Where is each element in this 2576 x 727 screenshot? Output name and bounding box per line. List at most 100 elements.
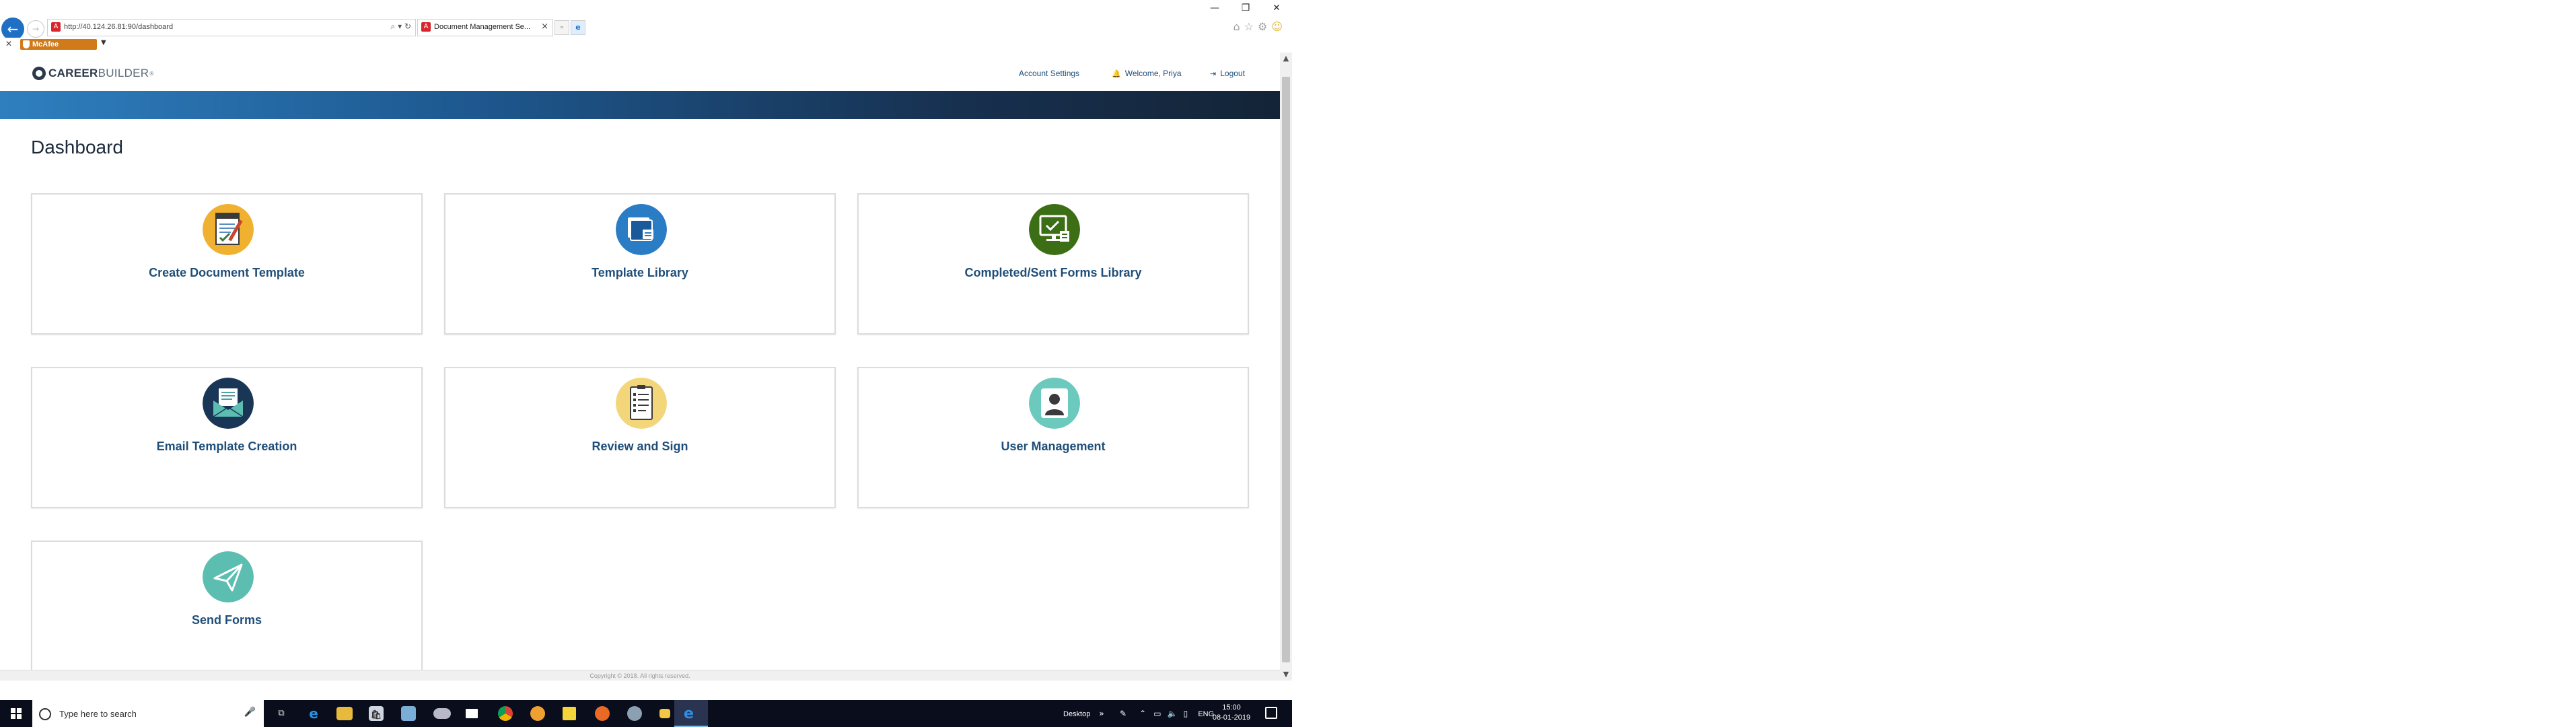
bell-icon: 🔔 <box>1112 69 1121 78</box>
card-label: Completed/Sent Forms Library <box>964 266 1142 279</box>
card-user-management[interactable]: User Management <box>857 367 1249 508</box>
tray-expand-icon[interactable]: ⌃ <box>1139 709 1146 718</box>
page-scrollbar[interactable]: ▲ ▼ <box>1280 53 1292 681</box>
mcafee-shield-icon <box>23 40 30 48</box>
windows-logo-icon <box>11 708 22 719</box>
back-button[interactable]: ← <box>1 18 24 40</box>
new-tab-button[interactable]: ▫ <box>554 20 569 35</box>
toolbar-expand-icon[interactable]: » <box>1099 709 1104 718</box>
desktop-toolbar[interactable]: Desktop » <box>1063 700 1104 727</box>
volume-icon[interactable]: 🔈 <box>1168 709 1178 718</box>
card-send-forms[interactable]: Send Forms <box>31 541 423 681</box>
command-bar: ✕ McAfee ▼ <box>0 38 1292 53</box>
address-bar[interactable]: A http://40.124.26.81:90/dashboard ⌕ ▾ ↻ <box>47 19 416 36</box>
scroll-down-icon[interactable]: ▼ <box>1280 668 1292 681</box>
windows-taskbar: Type here to search 🎤 ⧉ e 🛍 e Desktop » … <box>0 700 1292 727</box>
app-icon-2[interactable] <box>433 708 451 719</box>
card-template-library[interactable]: Template Library <box>444 193 836 335</box>
site-header: CAREER BUILDER ® Account Settings 🔔 Welco… <box>0 53 1280 90</box>
card-completed-sent-forms-library[interactable]: Completed/Sent Forms Library <box>857 193 1249 335</box>
extended-desktop-area <box>1292 0 2576 727</box>
search-icon[interactable]: ⌕ <box>391 22 396 31</box>
close-toolbar-icon[interactable]: ✕ <box>5 39 12 48</box>
forward-button[interactable]: → <box>27 20 44 38</box>
card-label: Create Document Template <box>149 266 305 279</box>
network-icon[interactable]: ▭ <box>1153 709 1161 718</box>
file-explorer-icon[interactable] <box>336 707 353 720</box>
app-icon-1[interactable] <box>401 706 416 721</box>
browser-titlebar: — ❐ ✕ <box>0 0 1292 16</box>
review-sign-icon <box>616 378 667 429</box>
folder-icon[interactable] <box>659 709 670 718</box>
card-label: Template Library <box>592 266 688 279</box>
app-icon-3[interactable] <box>530 706 545 721</box>
send-paper-plane-icon <box>203 551 254 602</box>
action-center-icon[interactable] <box>1265 707 1277 719</box>
forward-arrow-icon: → <box>32 24 40 34</box>
document-template-icon <box>203 204 254 255</box>
sticky-notes-icon[interactable] <box>563 707 576 720</box>
firefox-icon[interactable] <box>595 706 610 721</box>
dropdown-icon[interactable]: ▾ <box>398 22 402 31</box>
page-title: Dashboard <box>31 137 123 158</box>
new-tab-icon: ▫ <box>561 24 563 32</box>
logout-text: Logout <box>1220 69 1245 78</box>
completed-forms-icon <box>1029 204 1080 255</box>
system-tray: ✎ ⌃ ▭ 🔈 ▯ ENG <box>1120 700 1214 727</box>
restore-button[interactable]: ❐ <box>1230 0 1261 16</box>
cortana-icon <box>39 708 51 720</box>
refresh-icon[interactable]: ↻ <box>404 22 411 31</box>
welcome-text: Welcome, Priya <box>1124 69 1182 78</box>
task-view-icon[interactable]: ⧉ <box>272 704 291 723</box>
start-button[interactable] <box>0 700 32 727</box>
email-template-icon <box>203 378 254 429</box>
logo-text-bold: CAREER <box>48 67 98 79</box>
site-favicon-icon: A <box>51 22 61 32</box>
taskbar-search[interactable]: Type here to search 🎤 <box>32 700 264 727</box>
logout-link[interactable]: ⇥ Logout <box>1210 69 1245 78</box>
edge-icon[interactable]: e <box>304 704 323 723</box>
back-arrow-icon: ← <box>7 21 19 37</box>
mail-icon[interactable] <box>466 709 478 718</box>
card-label: Send Forms <box>191 613 262 627</box>
minimize-button[interactable]: — <box>1199 0 1230 16</box>
store-icon[interactable]: 🛍 <box>369 706 384 721</box>
scroll-up-icon[interactable]: ▲ <box>1280 53 1292 65</box>
scroll-thumb[interactable] <box>1282 77 1290 662</box>
welcome-user[interactable]: 🔔 Welcome, Priya <box>1112 69 1182 78</box>
mcafee-button[interactable]: McAfee <box>20 39 97 50</box>
card-review-and-sign[interactable]: Review and Sign <box>444 367 836 508</box>
tab-favicon-icon: A <box>421 22 431 32</box>
address-url[interactable]: http://40.124.26.81:90/dashboard <box>64 23 173 31</box>
careerbuilder-logo[interactable]: CAREER BUILDER ® <box>32 66 153 81</box>
battery-icon[interactable]: ▯ <box>1184 709 1188 718</box>
tab-close-icon[interactable]: × <box>541 22 548 32</box>
microphone-icon[interactable]: 🎤 <box>244 707 256 718</box>
close-window-button[interactable]: ✕ <box>1261 0 1292 16</box>
mcafee-label: McAfee <box>32 40 59 48</box>
ie-taskbar-button[interactable]: e <box>674 700 708 727</box>
home-icon[interactable]: ⌂ <box>1233 20 1244 33</box>
ie-taskbar-icon: e <box>684 705 694 722</box>
mcafee-dropdown-icon[interactable]: ▼ <box>101 39 106 46</box>
settings-gear-icon[interactable]: ⚙ <box>1258 20 1271 33</box>
card-create-document-template[interactable]: Create Document Template <box>31 193 423 335</box>
clock-time: 15:00 <box>1222 703 1241 712</box>
logout-icon: ⇥ <box>1210 69 1217 78</box>
user-icon <box>1029 378 1080 429</box>
account-settings-link[interactable]: Account Settings <box>1019 69 1079 78</box>
tab-title: Document Management Se... <box>434 23 531 31</box>
header-banner <box>0 91 1280 119</box>
app-icon-4[interactable] <box>627 706 642 721</box>
card-label: Review and Sign <box>592 440 688 453</box>
search-placeholder: Type here to search <box>59 709 137 719</box>
browser-tab[interactable]: A Document Management Se... × <box>417 19 553 36</box>
favorites-star-icon[interactable]: ☆ <box>1244 20 1258 33</box>
smiley-icon[interactable]: ☺ <box>1271 20 1287 33</box>
logo-text-light: BUILDER <box>98 67 149 79</box>
pen-icon[interactable]: ✎ <box>1120 709 1126 718</box>
card-email-template-creation[interactable]: Email Template Creation <box>31 367 423 508</box>
clock[interactable]: 15:00 08-01-2019 <box>1211 703 1252 723</box>
ie-tab-button[interactable]: e <box>571 20 585 35</box>
chrome-icon[interactable] <box>498 706 513 721</box>
